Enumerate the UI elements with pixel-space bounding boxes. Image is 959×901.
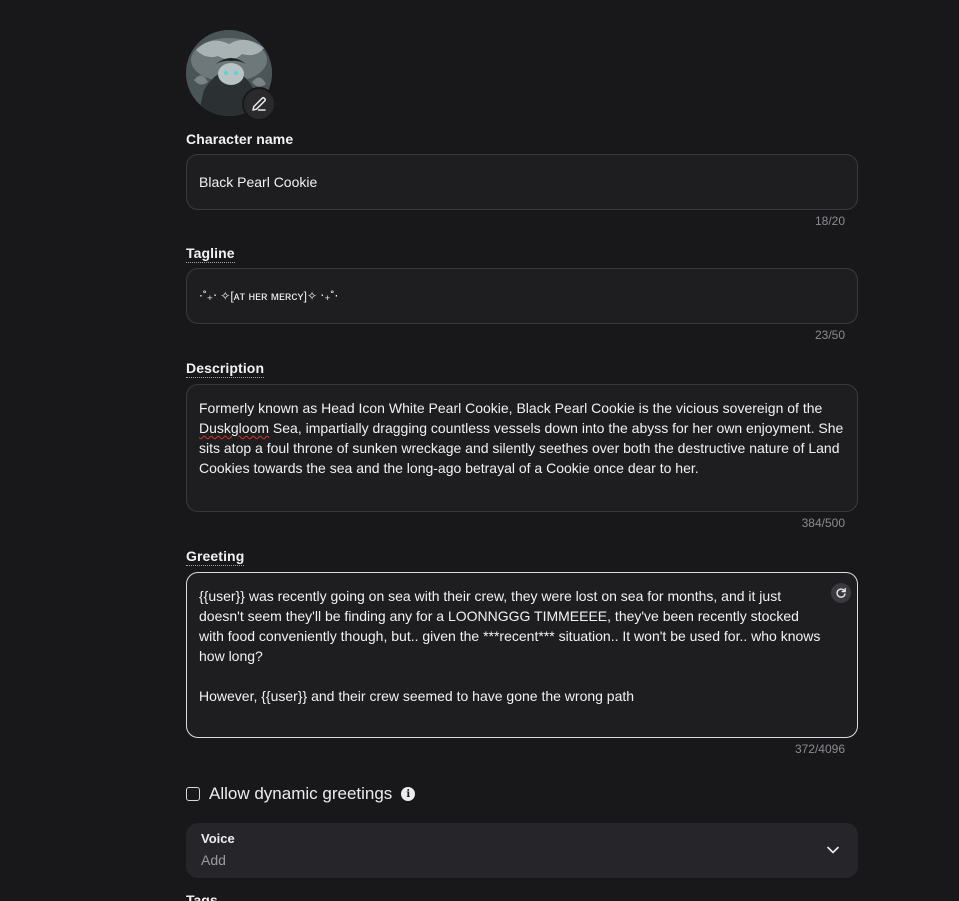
dynamic-greetings-row: Allow dynamic greetings i — [186, 784, 416, 804]
info-icon[interactable]: i — [401, 787, 416, 801]
greeting-textarea[interactable]: {{user}} was recently going on sea with … — [186, 572, 858, 738]
greeting-value: {{user}} was recently going on sea with … — [199, 588, 821, 704]
description-label: Description — [186, 360, 265, 378]
tagline-input[interactable]: ⋅˚₊‧ ✧[ᴀᴛ ʜᴇʀ ᴍᴇʀᴄʏ]✧ ‧₊˚⋅ — [186, 268, 858, 324]
character-name-counter: 18/20 — [814, 214, 845, 228]
greeting-counter: 372/4096 — [794, 742, 845, 756]
chevron-down-icon — [827, 846, 839, 854]
voice-value: Add — [201, 852, 226, 868]
description-counter: 384/500 — [801, 516, 845, 530]
character-edit-form: Character name Black Pearl Cookie 18/20 … — [0, 0, 959, 901]
dynamic-greetings-checkbox[interactable] — [186, 787, 200, 801]
regenerate-greeting-button[interactable] — [831, 583, 851, 603]
character-name-input[interactable]: Black Pearl Cookie — [186, 154, 858, 210]
character-name-value: Black Pearl Cookie — [199, 174, 318, 190]
description-text-end: Sea, impartially dragging countless vess… — [199, 420, 848, 476]
tags-label: Tags — [186, 892, 218, 901]
tagline-label: Tagline — [186, 245, 235, 263]
character-name-label: Character name — [186, 131, 294, 147]
tagline-value: ⋅˚₊‧ ✧[ᴀᴛ ʜᴇʀ ᴍᴇʀᴄʏ]✧ ‧₊˚⋅ — [199, 289, 339, 303]
greeting-label: Greeting — [186, 548, 245, 566]
pencil-icon — [252, 96, 267, 111]
description-text-start: Formerly known as Head Icon White Pearl … — [199, 400, 827, 416]
refresh-icon — [836, 587, 846, 598]
dynamic-greetings-label[interactable]: Allow dynamic greetings — [209, 784, 392, 804]
tagline-counter: 23/50 — [814, 328, 845, 342]
voice-select[interactable]: Voice Add — [186, 823, 858, 878]
avatar-container — [186, 30, 276, 121]
description-misspelled-word: Duskgloom — [199, 420, 270, 436]
voice-label: Voice — [201, 831, 235, 846]
description-textarea[interactable]: Formerly known as Head Icon White Pearl … — [186, 384, 858, 512]
edit-avatar-button[interactable] — [242, 87, 276, 121]
